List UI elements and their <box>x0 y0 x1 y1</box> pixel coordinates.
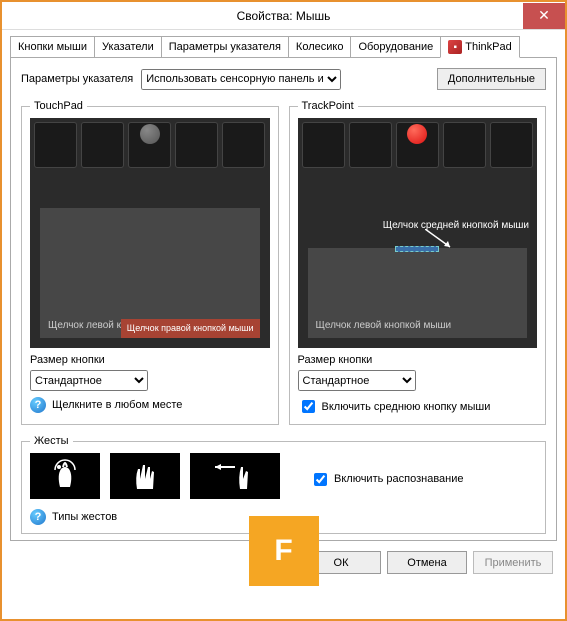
key <box>34 122 77 168</box>
cancel-button[interactable]: Отмена <box>387 551 467 574</box>
tab-strip: Кнопки мыши Указатели Параметры указател… <box>10 36 557 58</box>
key <box>349 122 392 168</box>
left-click-label: Щелчок левой кнопкой мыши <box>308 314 460 338</box>
touchpad-help-text: Щелкните в любом месте <box>52 399 182 411</box>
help-icon[interactable]: ? <box>30 397 46 413</box>
close-button[interactable]: ✕ <box>523 3 565 29</box>
ok-button[interactable]: ОК <box>301 551 381 574</box>
right-click-label: Щелчок правой кнопкой мыши <box>121 319 260 338</box>
apply-button[interactable]: Применить <box>473 551 553 574</box>
gestures-group: Жесты <box>21 435 546 534</box>
arrow-icon <box>425 229 457 249</box>
tab-sheet: Параметры указателя Использовать сенсорн… <box>10 58 557 541</box>
trackpoint-surface: Щелчок левой кнопкой мыши <box>308 248 528 338</box>
touchpad-group: TouchPad Щелчок левой кнопкой мыши Щелчо… <box>21 100 279 425</box>
thinkpad-icon: ▪ <box>448 40 462 54</box>
tab-wheel[interactable]: Колесико <box>288 36 352 57</box>
pointer-params-select[interactable]: Использовать сенсорную панель и TrackPoi… <box>141 69 341 90</box>
touchpad-legend: TouchPad <box>30 100 87 112</box>
tab-pointers[interactable]: Указатели <box>94 36 162 57</box>
trackpoint-button-size-label: Размер кнопки <box>298 354 538 366</box>
dialog-footer: F ОК Отмена Применить <box>2 541 565 586</box>
tab-thinkpad[interactable]: ▪ ThinkPad <box>440 36 519 58</box>
gesture-rotate-icon <box>30 453 100 499</box>
pointer-params-label: Параметры указателя <box>21 73 133 85</box>
key <box>175 122 218 168</box>
gesture-three-finger-icon <box>110 453 180 499</box>
touchpad-preview: Щелчок левой кнопкой мыши Щелчок правой … <box>30 118 270 348</box>
gesture-swipe-icon <box>190 453 280 499</box>
enable-recognition-checkbox[interactable] <box>314 473 327 486</box>
help-icon[interactable]: ? <box>30 509 46 525</box>
key <box>443 122 486 168</box>
key <box>81 122 124 168</box>
touchpad-nub-icon <box>140 124 160 144</box>
titlebar: Свойства: Мышь ✕ <box>2 2 565 30</box>
trackpoint-button-size-select[interactable]: Стандартное <box>298 370 416 391</box>
key <box>302 122 345 168</box>
enable-middle-checkbox[interactable] <box>302 400 315 413</box>
gestures-legend: Жесты <box>30 435 73 447</box>
trackpoint-nub-icon <box>407 124 427 144</box>
key <box>222 122 265 168</box>
touchpad-button-size-select[interactable]: Стандартное <box>30 370 148 391</box>
trackpoint-preview: Щелчок средней кнопкой мыши Щелчок право… <box>298 118 538 348</box>
advanced-button[interactable]: Дополнительные <box>437 68 546 90</box>
tab-hardware[interactable]: Оборудование <box>350 36 441 57</box>
trackpoint-group: TrackPoint Щелчок средней кнопкой мыши <box>289 100 547 425</box>
tab-pointer-options[interactable]: Параметры указателя <box>161 36 289 57</box>
close-icon: ✕ <box>538 7 550 24</box>
gestures-help-text: Типы жестов <box>52 511 117 523</box>
touchpad-button-size-label: Размер кнопки <box>30 354 270 366</box>
trackpoint-legend: TrackPoint <box>298 100 358 112</box>
window-title: Свойства: Мышь <box>237 9 331 23</box>
enable-recognition-label: Включить распознавание <box>334 473 464 485</box>
touchpad-surface: Щелчок левой кнопкой мыши Щелчок правой … <box>40 208 260 338</box>
tab-mouse-buttons[interactable]: Кнопки мыши <box>10 36 95 57</box>
enable-middle-label: Включить среднюю кнопку мыши <box>322 401 491 413</box>
key <box>490 122 533 168</box>
